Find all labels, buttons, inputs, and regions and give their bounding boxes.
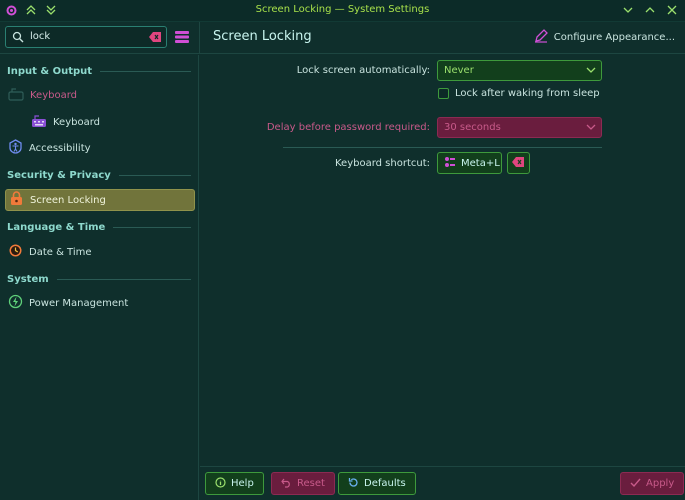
configure-appearance-button[interactable]: Configure Appearance...: [534, 29, 675, 46]
footer-bar: Help Reset Defaults Apply: [200, 466, 685, 500]
help-button[interactable]: Help: [205, 472, 264, 495]
sidebar-item-label: Accessibility: [29, 142, 91, 154]
lock-auto-select[interactable]: Never: [437, 60, 602, 81]
section-input-output: Input & Output: [7, 64, 191, 78]
accessibility-icon: [8, 139, 23, 157]
configure-appearance-label: Configure Appearance...: [553, 32, 675, 43]
sidebar-item-screen-locking[interactable]: Screen Locking: [5, 189, 195, 211]
separator: [283, 147, 602, 148]
header-bar: lock Screen Locking Configure Appearance…: [0, 22, 685, 54]
section-language-time: Language & Time: [7, 220, 191, 234]
padlock-icon: [9, 191, 24, 209]
clear-shortcut-icon: [512, 156, 524, 170]
sidebar-item-label: Keyboard: [30, 89, 78, 101]
close-icon[interactable]: [665, 3, 679, 17]
window-title: Screen Locking — System Settings: [255, 4, 430, 15]
apply-button: Apply: [620, 472, 685, 495]
undo-icon: [281, 477, 292, 491]
sidebar-item-label: Date & Time: [29, 246, 92, 258]
lock-after-wake-label: Lock after waking from sleep: [455, 88, 600, 99]
delay-select: 30 seconds: [437, 117, 602, 138]
delay-label: Delay before password required:: [266, 122, 430, 133]
pencil-icon: [534, 29, 548, 46]
sidebar-item-label: Keyboard: [53, 116, 101, 128]
sidebar-item-keyboard-parent[interactable]: Keyboard: [5, 84, 195, 106]
lock-after-wake-checkbox[interactable]: [438, 88, 449, 99]
checkmark-icon: [630, 477, 641, 491]
sidebar-item-label: Screen Locking: [30, 194, 106, 206]
chevron-down-icon: [586, 66, 596, 77]
sidebar-item-date-time[interactable]: Date & Time: [5, 241, 195, 263]
search-icon: [12, 31, 24, 46]
header-divider: [199, 22, 200, 54]
section-system: System: [7, 272, 191, 286]
lock-after-wake-row[interactable]: Lock after waking from sleep: [438, 88, 600, 99]
reset-button: Reset: [271, 472, 335, 495]
clear-search-icon[interactable]: [149, 32, 161, 45]
restore-icon: [348, 477, 359, 491]
maximize-icon[interactable]: [643, 3, 657, 17]
help-icon: [215, 476, 226, 491]
sidebar-item-keyboard[interactable]: Keyboard: [28, 111, 195, 133]
sidebar-item-label: Power Management: [29, 297, 129, 309]
lock-auto-label: Lock screen automatically:: [296, 65, 430, 76]
page-title: Screen Locking: [213, 29, 312, 44]
search-input[interactable]: lock: [5, 26, 167, 48]
section-security-privacy: Security & Privacy: [7, 168, 191, 182]
keyboard-icon: [31, 114, 47, 131]
hamburger-menu-icon[interactable]: [173, 28, 191, 46]
sidebar: Input & Output Keyboard Keyboard Accessi…: [0, 55, 199, 500]
shortcut-keys-icon: [444, 156, 456, 171]
settings-panel: Lock screen automatically: Never Lock af…: [200, 55, 685, 466]
sidebar-item-accessibility[interactable]: Accessibility: [5, 137, 195, 159]
power-icon: [8, 294, 23, 312]
shortcut-label: Keyboard shortcut:: [334, 158, 430, 169]
chevron-down-icon: [586, 123, 596, 134]
minimize-icon[interactable]: [621, 3, 635, 17]
search-value: lock: [30, 31, 51, 42]
shortcut-button[interactable]: Meta+L: [437, 152, 502, 174]
sidebar-item-power-management[interactable]: Power Management: [5, 292, 195, 314]
defaults-button[interactable]: Defaults: [338, 472, 416, 495]
title-bar: Screen Locking — System Settings: [0, 0, 685, 22]
clear-shortcut-button[interactable]: [507, 152, 530, 174]
clock-icon: [8, 243, 23, 261]
keyboard-icon: [8, 87, 24, 104]
